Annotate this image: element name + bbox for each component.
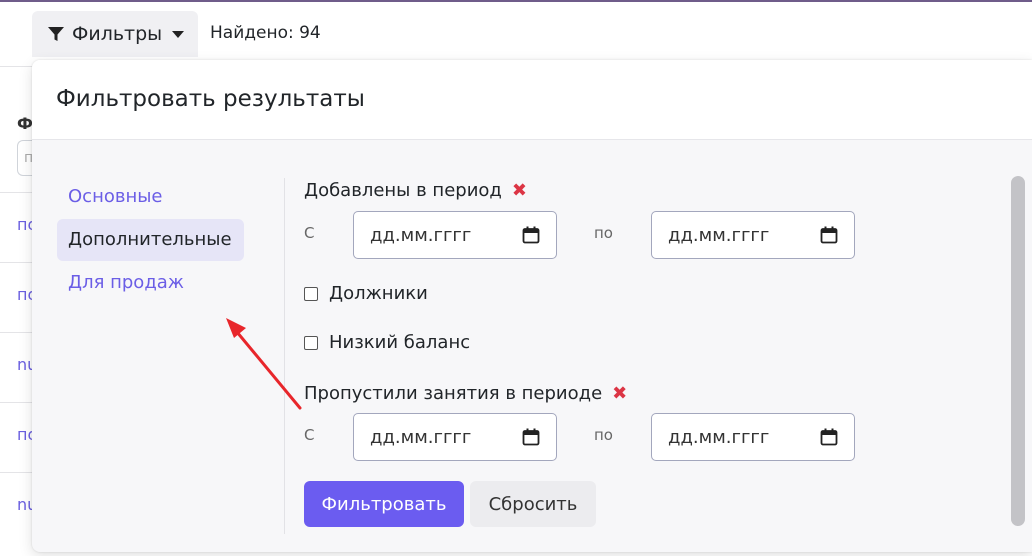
tab-additional[interactable]: Дополнительные bbox=[57, 219, 244, 261]
filter-content: Добавлены в период ✖ С дд.мм.гггг по дд.м… bbox=[304, 60, 1004, 552]
tab-sales[interactable]: Для продаж bbox=[57, 262, 247, 304]
clear-missed-period-icon[interactable]: ✖ bbox=[612, 383, 627, 404]
added-from-label: С bbox=[304, 224, 315, 242]
clear-added-period-icon[interactable]: ✖ bbox=[512, 180, 527, 201]
background-row[interactable]: nu bbox=[0, 332, 37, 402]
panel-scrollbar[interactable] bbox=[1011, 176, 1025, 526]
debtors-checkbox-row[interactable]: Должники bbox=[304, 283, 428, 304]
missed-to-label: по bbox=[594, 426, 613, 444]
background-row[interactable]: по bbox=[0, 192, 37, 262]
filters-button-label: Фильтры bbox=[72, 23, 163, 45]
calendar-icon[interactable] bbox=[820, 428, 838, 446]
background-column-header: Ф bbox=[17, 114, 33, 133]
filter-button[interactable]: Фильтровать bbox=[304, 481, 464, 527]
filter-panel: Фильтровать результаты Основные Дополнит… bbox=[32, 60, 1032, 552]
debtors-label: Должники bbox=[329, 283, 428, 304]
funnel-icon bbox=[48, 27, 64, 41]
added-from-date-input[interactable]: дд.мм.гггг bbox=[353, 211, 557, 259]
tab-basic[interactable]: Основные bbox=[57, 176, 247, 218]
added-to-date-input[interactable]: дд.мм.гггг bbox=[651, 211, 855, 259]
results-count: Найдено: 94 bbox=[210, 23, 321, 43]
background-row[interactable]: по bbox=[0, 402, 37, 472]
missed-from-date-input[interactable]: дд.мм.гггг bbox=[353, 413, 557, 461]
debtors-checkbox[interactable] bbox=[304, 286, 318, 301]
background-row[interactable]: nu bbox=[0, 472, 37, 542]
missed-from-label: С bbox=[304, 426, 315, 444]
missed-period-label: Пропустили занятия в периоде ✖ bbox=[304, 383, 628, 404]
missed-to-date-input[interactable]: дд.мм.гггг bbox=[651, 413, 855, 461]
caret-down-icon bbox=[172, 30, 185, 38]
calendar-icon[interactable] bbox=[522, 428, 540, 446]
added-to-label: по bbox=[594, 224, 613, 242]
background-row[interactable]: по bbox=[0, 262, 37, 332]
low-balance-label: Низкий баланс bbox=[329, 332, 471, 353]
calendar-icon[interactable] bbox=[820, 226, 838, 244]
filters-dropdown-button[interactable]: Фильтры bbox=[32, 11, 198, 57]
calendar-icon[interactable] bbox=[522, 226, 540, 244]
annotation-arrow-icon bbox=[226, 318, 302, 410]
reset-button[interactable]: Сбросить bbox=[470, 481, 596, 527]
added-period-label: Добавлены в период ✖ bbox=[304, 180, 527, 201]
low-balance-checkbox-row[interactable]: Низкий баланс bbox=[304, 332, 470, 353]
top-accent-line bbox=[0, 0, 1032, 2]
filter-tabs: Основные Дополнительные Для продаж bbox=[57, 176, 247, 305]
